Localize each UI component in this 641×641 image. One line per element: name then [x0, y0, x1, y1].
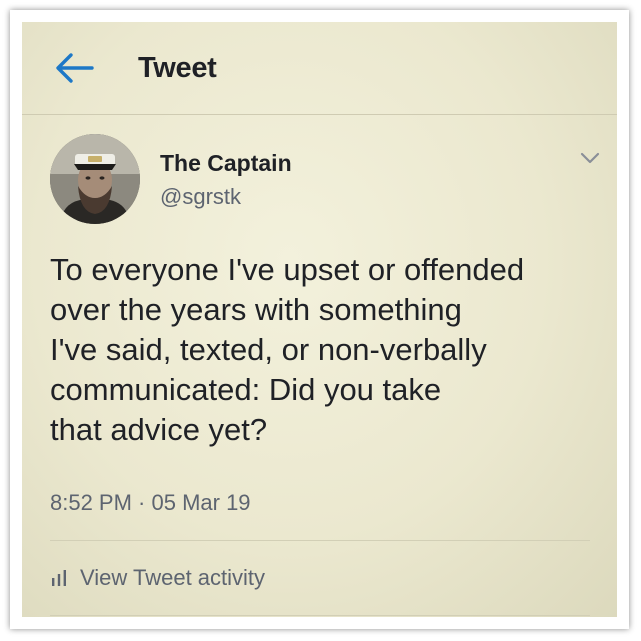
tweet-screen: Tweet The Captain @sgrstk To everyone I'…: [22, 22, 617, 617]
tweet-menu-button[interactable]: [579, 150, 601, 166]
bar-chart-icon: [52, 570, 66, 586]
divider: [50, 540, 590, 541]
profile-photo-icon: [50, 134, 140, 224]
author-handle[interactable]: @sgrstk: [160, 184, 241, 210]
photo-frame: Tweet The Captain @sgrstk To everyone I'…: [10, 10, 629, 629]
back-button[interactable]: [54, 52, 94, 84]
top-bar: Tweet: [22, 22, 617, 115]
author-name[interactable]: The Captain: [160, 150, 292, 177]
avatar[interactable]: [50, 134, 140, 224]
chevron-down-icon: [580, 152, 600, 164]
view-tweet-activity-link[interactable]: View Tweet activity: [50, 564, 265, 592]
arrow-left-icon: [56, 53, 94, 83]
activity-label: View Tweet activity: [80, 565, 266, 590]
divider: [50, 615, 590, 616]
tweet-timestamp: 8:52 PM · 05 Mar 19: [50, 490, 251, 515]
tweet-text: To everyone I've upset or offended over …: [50, 252, 525, 447]
page-title: Tweet: [138, 52, 217, 84]
